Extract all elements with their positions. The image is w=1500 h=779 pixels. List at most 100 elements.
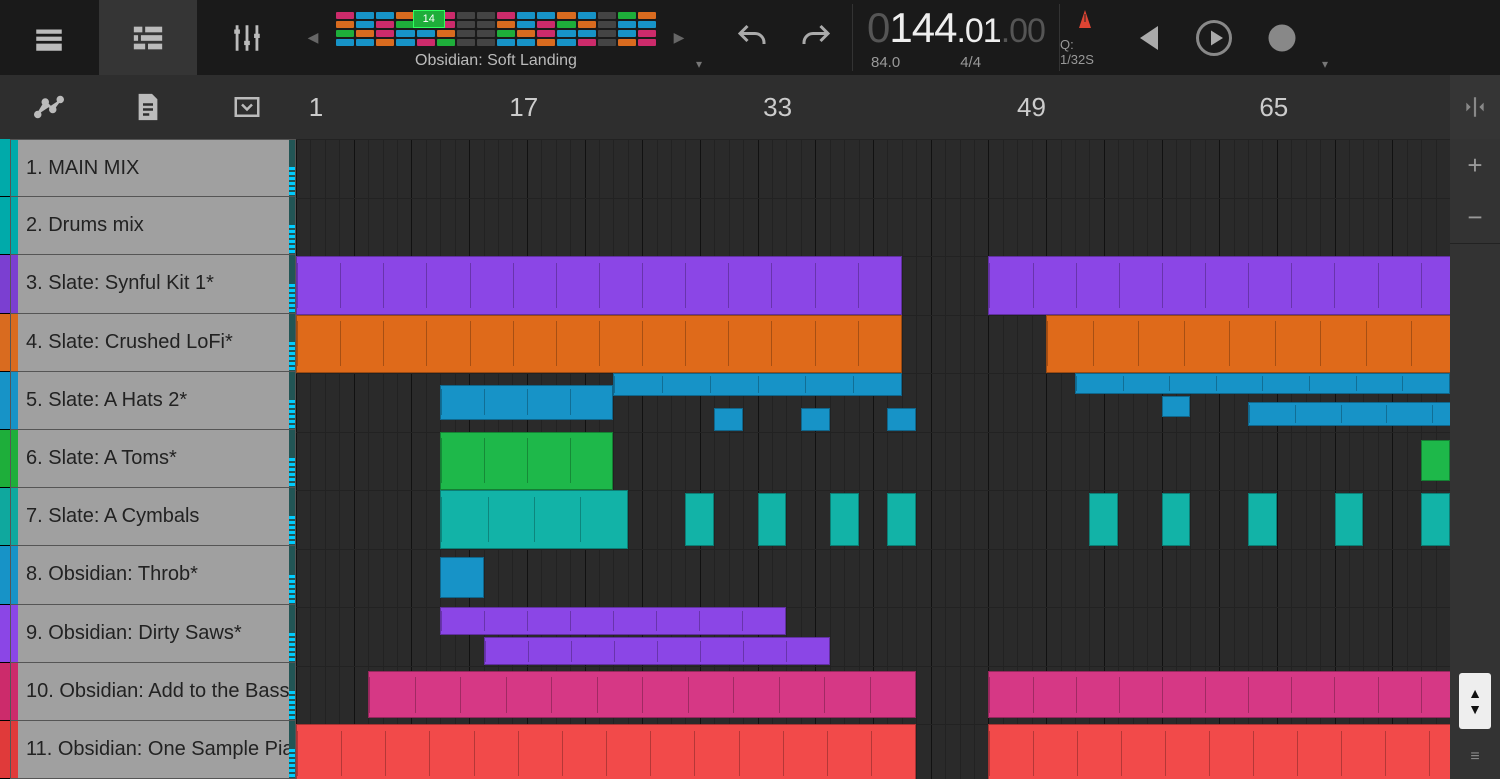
clip[interactable] xyxy=(758,493,787,546)
clip[interactable] xyxy=(988,724,1450,779)
clip[interactable] xyxy=(1162,396,1191,417)
minus-icon: − xyxy=(1467,202,1482,233)
tab-library[interactable] xyxy=(0,0,99,75)
track-meter xyxy=(289,430,295,487)
redo-icon xyxy=(798,20,834,56)
clip[interactable] xyxy=(1089,493,1118,546)
clip[interactable] xyxy=(296,724,916,779)
track-row[interactable]: 4. Slate: Crushed LoFi* xyxy=(10,314,296,372)
clip[interactable] xyxy=(484,637,830,665)
track-label: 3. Slate: Synful Kit 1* xyxy=(18,255,289,312)
clip[interactable] xyxy=(296,315,902,374)
track-color-stripe xyxy=(11,488,18,545)
clip[interactable] xyxy=(440,432,613,491)
track-color-gutter xyxy=(0,139,10,779)
clip[interactable] xyxy=(440,607,786,635)
header-menu-tri[interactable]: ▾ xyxy=(696,57,716,75)
redo-button[interactable] xyxy=(788,10,844,66)
track-label: 10. Obsidian: Add to the Bass* xyxy=(18,663,289,720)
record-icon xyxy=(1264,20,1300,56)
clip[interactable] xyxy=(714,408,743,431)
track-row[interactable]: 6. Slate: A Toms* xyxy=(10,430,296,488)
track-row[interactable]: 9. Obsidian: Dirty Saws* xyxy=(10,605,296,663)
notes-button[interactable] xyxy=(99,75,198,139)
track-label: 9. Obsidian: Dirty Saws* xyxy=(18,605,289,662)
clip[interactable] xyxy=(1335,493,1364,546)
clip[interactable] xyxy=(685,493,714,546)
track-row[interactable]: 11. Obsidian: One Sample Pian xyxy=(10,721,296,779)
clip[interactable] xyxy=(988,256,1450,315)
metronome[interactable]: Q: 1/32S xyxy=(1060,8,1110,67)
more-menu[interactable]: ≡ xyxy=(1450,735,1500,779)
track-row[interactable]: 1. MAIN MIX xyxy=(10,139,296,197)
track-row[interactable]: 5. Slate: A Hats 2* xyxy=(10,372,296,430)
dropdown-button[interactable] xyxy=(197,75,296,139)
loop-marker[interactable]: 14 xyxy=(413,10,445,28)
track-meter xyxy=(289,197,295,254)
clip[interactable] xyxy=(296,256,902,315)
right-toolbar: + − ▲ ▼ ≡ xyxy=(1450,139,1500,779)
clip[interactable] xyxy=(1248,493,1277,546)
track-row[interactable]: 3. Slate: Synful Kit 1* xyxy=(10,255,296,313)
clip[interactable] xyxy=(830,493,859,546)
tempo-readout[interactable]: 84.0 xyxy=(871,54,900,71)
ruler-tick: 17 xyxy=(504,92,544,123)
clip[interactable] xyxy=(440,557,483,598)
track-meter xyxy=(289,488,295,545)
track-list: 1. MAIN MIX2. Drums mix3. Slate: Synful … xyxy=(10,139,296,779)
quantize-readout[interactable]: Q: 1/32S xyxy=(1060,37,1110,67)
timesig-readout[interactable]: 4/4 xyxy=(960,54,981,71)
track-meter xyxy=(289,140,295,196)
track-row[interactable]: 8. Obsidian: Throb* xyxy=(10,546,296,604)
track-color-stripe xyxy=(11,255,18,312)
undo-button[interactable] xyxy=(724,10,780,66)
clip[interactable] xyxy=(1046,315,1450,374)
clip[interactable] xyxy=(1421,440,1450,481)
chevron-down-icon: ▼ xyxy=(1468,701,1482,717)
track-label: 1. MAIN MIX xyxy=(18,140,289,196)
metronome-icon xyxy=(1073,8,1097,37)
list-bars-icon xyxy=(131,21,165,55)
transport-menu-tri[interactable]: ▾ xyxy=(1318,53,1332,75)
track-color-stripe xyxy=(11,605,18,662)
track-row[interactable]: 7. Slate: A Cymbals xyxy=(10,488,296,546)
play-button[interactable] xyxy=(1182,10,1246,66)
clip[interactable] xyxy=(440,490,628,549)
tab-arranger[interactable] xyxy=(99,0,198,75)
clip[interactable] xyxy=(801,408,830,431)
track-meter xyxy=(289,721,295,778)
ruler-tick: 49 xyxy=(1011,92,1051,123)
timeline-ruler[interactable]: 117334965 xyxy=(296,75,1450,139)
clip[interactable] xyxy=(1075,373,1450,394)
ruler-tool[interactable] xyxy=(1450,75,1500,139)
header: ◀ 14 Obsidian: Soft Landing ▶ ▾ 0 144 xyxy=(0,0,1500,75)
clip[interactable] xyxy=(887,408,916,431)
minimap[interactable]: 14 Obsidian: Soft Landing xyxy=(330,6,662,70)
zoom-out-button[interactable]: − xyxy=(1450,191,1500,243)
tab-mixer[interactable] xyxy=(197,0,296,75)
timeline[interactable] xyxy=(296,139,1450,779)
clip[interactable] xyxy=(988,671,1450,718)
zoom-in-button[interactable]: + xyxy=(1450,139,1500,191)
track-row[interactable]: 2. Drums mix xyxy=(10,197,296,255)
ruler-tick: 65 xyxy=(1254,92,1294,123)
next-arrow[interactable]: ▶ xyxy=(662,29,696,46)
track-row[interactable]: 10. Obsidian: Add to the Bass* xyxy=(10,663,296,721)
clip[interactable] xyxy=(440,385,613,420)
clip[interactable] xyxy=(1248,402,1450,425)
v-scroll-stepper[interactable]: ▲ ▼ xyxy=(1459,673,1491,729)
rewind-button[interactable] xyxy=(1118,10,1174,66)
clip[interactable] xyxy=(1162,493,1191,546)
prev-arrow[interactable]: ◀ xyxy=(296,29,330,46)
automation-button[interactable] xyxy=(0,75,99,139)
clip[interactable] xyxy=(368,671,916,718)
clip[interactable] xyxy=(613,373,902,396)
project-name: Obsidian: Soft Landing xyxy=(415,52,577,70)
undo-icon xyxy=(734,20,770,56)
track-meter xyxy=(289,255,295,312)
clip[interactable] xyxy=(1421,493,1450,546)
clip[interactable] xyxy=(887,493,916,546)
track-color-stripe xyxy=(11,721,18,778)
position-counter[interactable]: 0 144 .01 .00 84.0 4/4 xyxy=(852,4,1060,71)
record-button[interactable] xyxy=(1254,10,1310,66)
